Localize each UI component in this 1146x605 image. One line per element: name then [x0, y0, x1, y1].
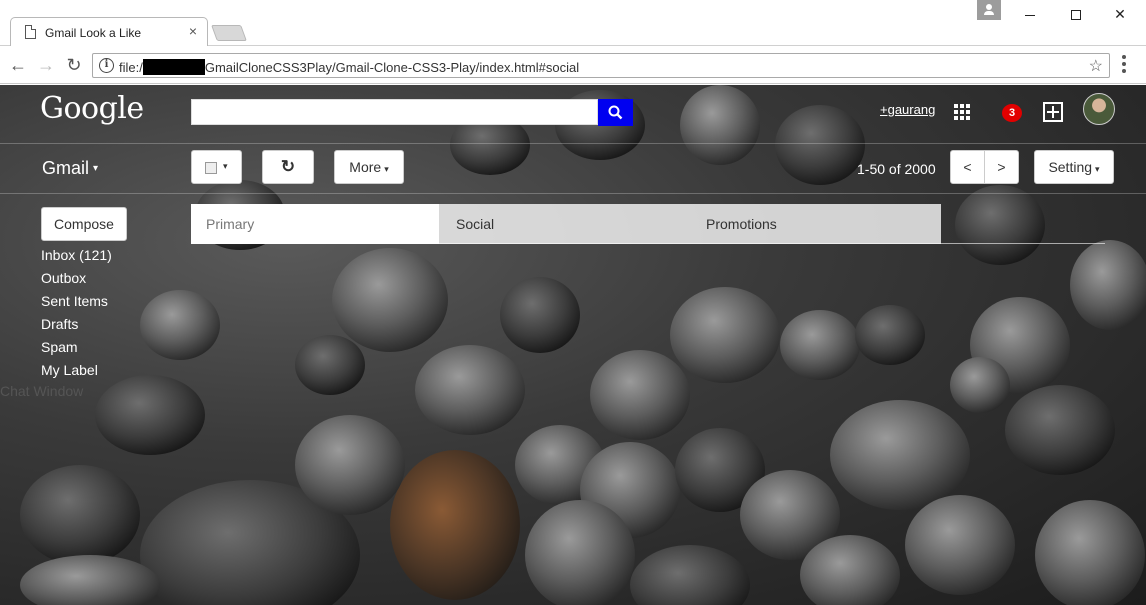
more-button[interactable]: More ▾: [334, 150, 404, 184]
document-icon: [25, 25, 36, 39]
gmail-label: Gmail: [42, 158, 90, 178]
browser-toolbar: ← → ↻ i file:/ GmailCloneCSS3Play/Gmail-C…: [0, 46, 1146, 84]
redaction-block: [142, 59, 205, 75]
google-logo[interactable]: Google: [40, 91, 144, 126]
address-bar[interactable]: i file:/ GmailCloneCSS3Play/Gmail-Clone-C…: [92, 53, 1110, 78]
profile-icon[interactable]: [977, 0, 1001, 20]
browser-titlebar: Gmail Look a Like × ✕: [0, 0, 1146, 47]
browser-tab[interactable]: Gmail Look a Like ×: [10, 17, 208, 47]
tab-primary[interactable]: Primary: [191, 204, 439, 244]
more-label: More: [349, 159, 382, 175]
reload-icon[interactable]: ↻: [63, 54, 85, 76]
tab-promotions[interactable]: Promotions: [639, 204, 941, 244]
chevron-down-icon: ▾: [384, 164, 389, 174]
prev-page-button[interactable]: <: [950, 150, 985, 184]
share-plus-icon[interactable]: [1043, 102, 1063, 122]
refresh-icon: ↻: [280, 157, 296, 176]
search-icon: [608, 105, 623, 120]
browser-menu-icon[interactable]: [1122, 55, 1128, 76]
divider: [0, 193, 1146, 194]
apps-grid-icon[interactable]: [954, 104, 970, 120]
chevron-down-icon: ▾: [93, 163, 99, 174]
minimize-button[interactable]: [1010, 2, 1050, 26]
search-input[interactable]: [191, 99, 598, 125]
close-window-button[interactable]: ✕: [1100, 2, 1140, 26]
sidebar-item-spam[interactable]: Spam: [41, 339, 112, 362]
url-text: file:/ GmailCloneCSS3Play/Gmail-Clone-CSS…: [119, 59, 579, 75]
info-icon[interactable]: i: [99, 58, 114, 73]
checkbox-icon: [205, 162, 217, 174]
forward-icon[interactable]: →: [35, 54, 57, 76]
setting-button[interactable]: Setting ▾: [1034, 150, 1114, 184]
compose-button[interactable]: Compose: [41, 207, 127, 241]
tab-title: Gmail Look a Like: [45, 26, 142, 40]
sidebar-nav: Inbox (121) Outbox Sent Items Drafts Spa…: [41, 247, 112, 385]
sidebar-item-outbox[interactable]: Outbox: [41, 270, 112, 293]
maximize-button[interactable]: [1056, 2, 1096, 26]
tab-social[interactable]: Social: [439, 204, 639, 244]
avatar[interactable]: [1083, 93, 1115, 125]
chat-window[interactable]: Chat Window: [0, 383, 83, 399]
gmail-page: Google +gaurang 3 Gmail ▾ ▾ ↻ More ▾ 1-50 …: [0, 85, 1146, 605]
chevron-down-icon: ▾: [1095, 164, 1100, 174]
bookmark-star-icon[interactable]: ☆: [1089, 56, 1103, 76]
gmail-menu[interactable]: Gmail ▾: [42, 158, 98, 179]
divider: [0, 143, 1146, 144]
notification-badge[interactable]: 3: [1002, 104, 1022, 122]
user-link[interactable]: +gaurang: [880, 102, 935, 117]
next-page-button[interactable]: >: [984, 150, 1019, 184]
tabs-underline: [191, 243, 1105, 244]
chevron-down-icon: ▾: [223, 161, 228, 171]
search-button[interactable]: [598, 99, 633, 126]
url-suffix: GmailCloneCSS3Play/Gmail-Clone-CSS3-Play…: [204, 60, 580, 75]
sidebar-item-inbox[interactable]: Inbox (121): [41, 247, 112, 270]
sidebar-item-drafts[interactable]: Drafts: [41, 316, 112, 339]
pagination-text: 1-50 of 2000: [857, 161, 936, 177]
tab-close-icon[interactable]: ×: [189, 23, 197, 39]
setting-label: Setting: [1048, 159, 1093, 175]
new-tab-button[interactable]: [211, 25, 247, 41]
url-prefix: file:/: [119, 60, 143, 75]
sidebar-item-my-label[interactable]: My Label: [41, 362, 112, 385]
category-tabs: Primary Social Promotions: [191, 204, 941, 244]
refresh-button[interactable]: ↻: [262, 150, 314, 184]
sidebar-item-sent[interactable]: Sent Items: [41, 293, 112, 316]
back-icon[interactable]: ←: [7, 54, 29, 76]
select-all-button[interactable]: ▾: [191, 150, 242, 184]
